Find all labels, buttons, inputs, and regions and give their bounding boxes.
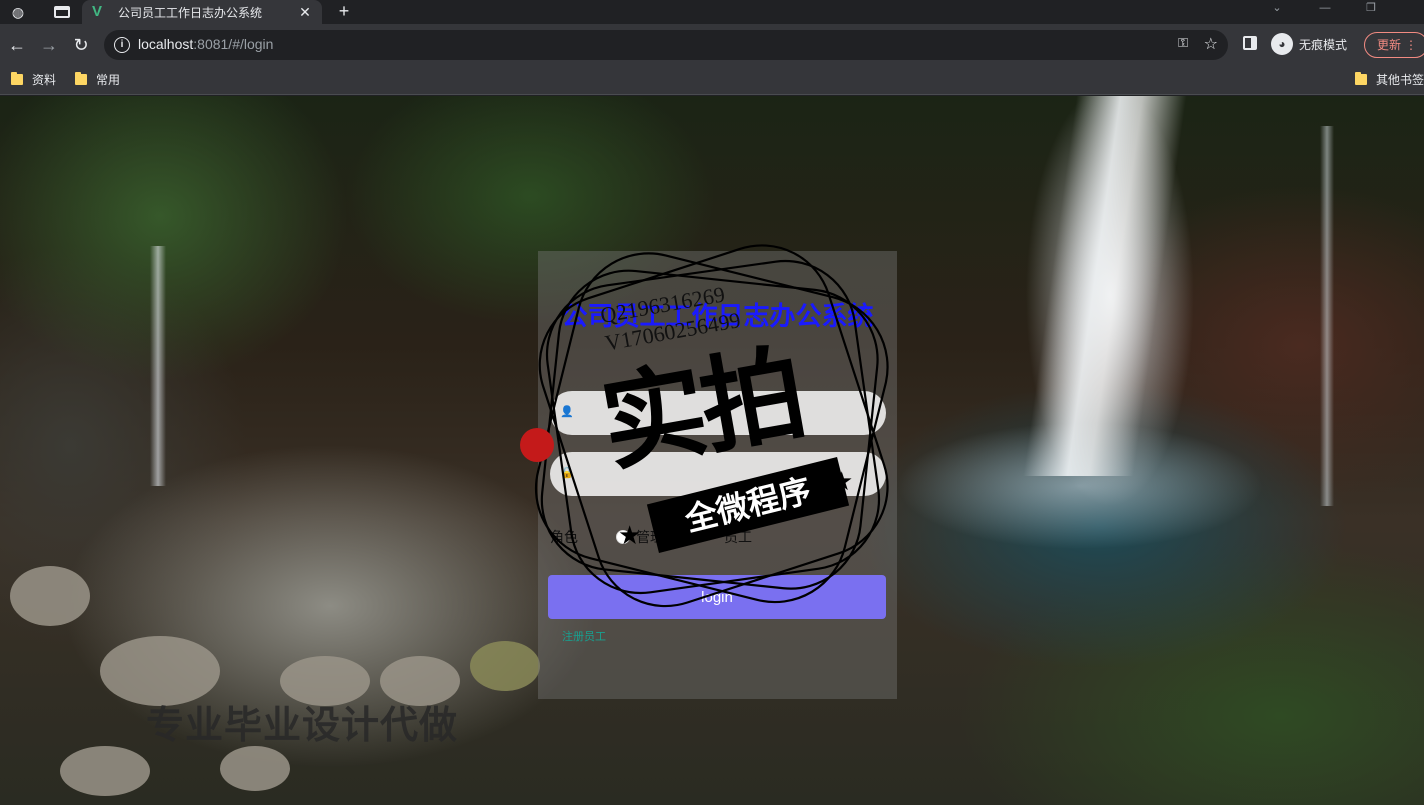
reload-icon[interactable]: ↻ xyxy=(70,34,92,56)
background-rock xyxy=(470,641,540,691)
background-rock xyxy=(10,566,90,626)
background-rock xyxy=(60,746,150,796)
star-icon: ★ xyxy=(830,466,854,496)
background-rock xyxy=(220,746,290,791)
lock-icon: 🔒 xyxy=(560,467,574,479)
vue-logo-icon: V xyxy=(92,3,103,20)
tab-title: 公司员工工作日志办公系统 xyxy=(118,5,263,20)
other-bookmarks[interactable]: 其他书签 xyxy=(1355,71,1424,88)
incognito-label: 无痕模式 xyxy=(1299,37,1348,52)
tab-strip: ◍ V 公司员工工作日志办公系统 ✕ + ⌄ — ❐ xyxy=(0,0,1424,24)
bookmarks-bar: 资料 常用 其他书签 xyxy=(0,66,1424,95)
folder-icon xyxy=(1355,72,1367,85)
bookmark-folder-2[interactable]: 常用 xyxy=(75,71,120,88)
bookmark-label: 常用 xyxy=(96,73,121,87)
update-button[interactable]: 更新 ⋮ xyxy=(1364,32,1424,58)
menu-dots-icon: ⋮ xyxy=(1405,38,1417,52)
tab-search-icon[interactable]: ⌄ xyxy=(1268,0,1286,20)
watermark-bottom-text: 专业毕业设计代做 xyxy=(146,705,459,747)
globe-icon[interactable]: ◍ xyxy=(8,2,28,22)
tab-page-icon xyxy=(54,6,70,18)
back-icon[interactable]: ← xyxy=(6,34,28,56)
close-tab-icon[interactable]: ✕ xyxy=(296,4,314,21)
register-link[interactable]: 注册员工 xyxy=(562,628,606,644)
tab-inactive[interactable] xyxy=(44,2,80,22)
star-icon: ★ xyxy=(618,520,642,550)
minimize-icon[interactable]: — xyxy=(1316,0,1334,20)
other-bookmarks-label: 其他书签 xyxy=(1376,73,1424,87)
user-icon: 👤 xyxy=(560,406,574,418)
site-info-icon[interactable]: i xyxy=(114,37,130,53)
incognito-indicator[interactable]: ◕ 无痕模式 xyxy=(1271,33,1347,55)
folder-icon xyxy=(75,72,87,85)
side-panel-icon[interactable] xyxy=(1243,36,1257,50)
role-label: 角色 xyxy=(550,529,578,545)
background-waterfall-right xyxy=(1320,126,1334,506)
background-waterfall-small xyxy=(150,246,166,486)
bookmark-label: 资料 xyxy=(32,73,57,87)
bookmark-star-icon[interactable]: ☆ xyxy=(1204,34,1218,54)
forward-icon[interactable]: → xyxy=(38,34,60,56)
url-text[interactable]: localhost:8081/#/login xyxy=(138,36,273,52)
tab-active[interactable]: V 公司员工工作日志办公系统 ✕ xyxy=(82,0,322,24)
address-bar[interactable]: i localhost:8081/#/login ⚿ ☆ xyxy=(104,30,1228,60)
incognito-icon: ◕ xyxy=(1271,33,1293,55)
password-key-icon[interactable]: ⚿ xyxy=(1178,35,1188,51)
background-waterfall xyxy=(1023,96,1187,476)
bookmark-folder-1[interactable]: 资料 xyxy=(11,71,56,88)
red-dot-watermark xyxy=(520,428,554,462)
login-button[interactable]: login xyxy=(548,575,886,619)
folder-icon xyxy=(11,72,23,85)
browser-toolbar: ← → ↻ i localhost:8081/#/login ⚿ ☆ ◕ 无痕模… xyxy=(0,24,1424,66)
new-tab-button[interactable]: + xyxy=(334,0,354,22)
update-label: 更新 xyxy=(1377,38,1402,52)
restore-icon[interactable]: ❐ xyxy=(1362,0,1380,20)
